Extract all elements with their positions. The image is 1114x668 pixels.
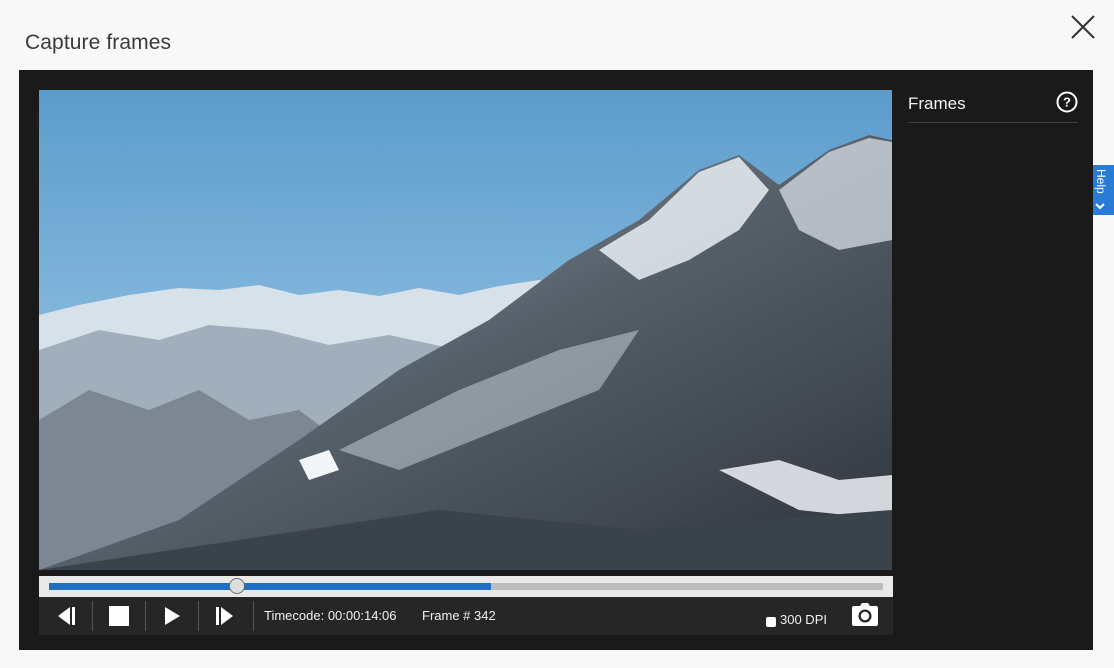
camera-icon (852, 603, 878, 626)
dialog-title: Capture frames (25, 31, 172, 54)
next-frame-button[interactable] (200, 597, 250, 635)
close-icon (1071, 15, 1095, 39)
close-button[interactable] (1068, 12, 1098, 42)
seek-buffered-fill (49, 583, 491, 590)
seek-track[interactable] (49, 578, 883, 594)
stop-button[interactable] (94, 597, 144, 635)
frames-divider (908, 122, 1078, 123)
frames-help-button[interactable]: ? (1056, 91, 1078, 113)
previous-frame-button[interactable] (41, 597, 91, 635)
chevron-down-icon (1095, 203, 1105, 210)
mountain-video-image (39, 90, 892, 570)
seek-bar[interactable] (39, 576, 893, 597)
step-back-icon (58, 607, 75, 625)
player-controls: Timecode: 00:00:14:06 Frame # 342 300 DP… (39, 597, 893, 635)
play-icon (165, 607, 180, 625)
controls-divider (253, 601, 254, 631)
play-button[interactable] (147, 597, 197, 635)
step-forward-icon (216, 607, 233, 625)
video-frame (39, 90, 892, 570)
seek-thumb[interactable] (229, 578, 245, 594)
frame-number: Frame # 342 (422, 608, 496, 623)
frames-title: Frames (908, 94, 966, 113)
dpi-label: 300 DPI (780, 612, 827, 627)
timecode: Timecode: 00:00:14:06 (264, 608, 397, 623)
dpi-checkbox[interactable] (766, 617, 776, 627)
stop-icon (109, 606, 129, 626)
capture-frame-button[interactable] (851, 603, 881, 629)
help-tab-label: Help (1094, 169, 1108, 194)
svg-text:?: ? (1063, 95, 1071, 110)
capture-panel: Timecode: 00:00:14:06 Frame # 342 300 DP… (19, 70, 1093, 650)
controls-divider (145, 601, 146, 631)
question-circle-icon: ? (1056, 91, 1078, 113)
controls-divider (198, 601, 199, 631)
controls-divider (92, 601, 93, 631)
